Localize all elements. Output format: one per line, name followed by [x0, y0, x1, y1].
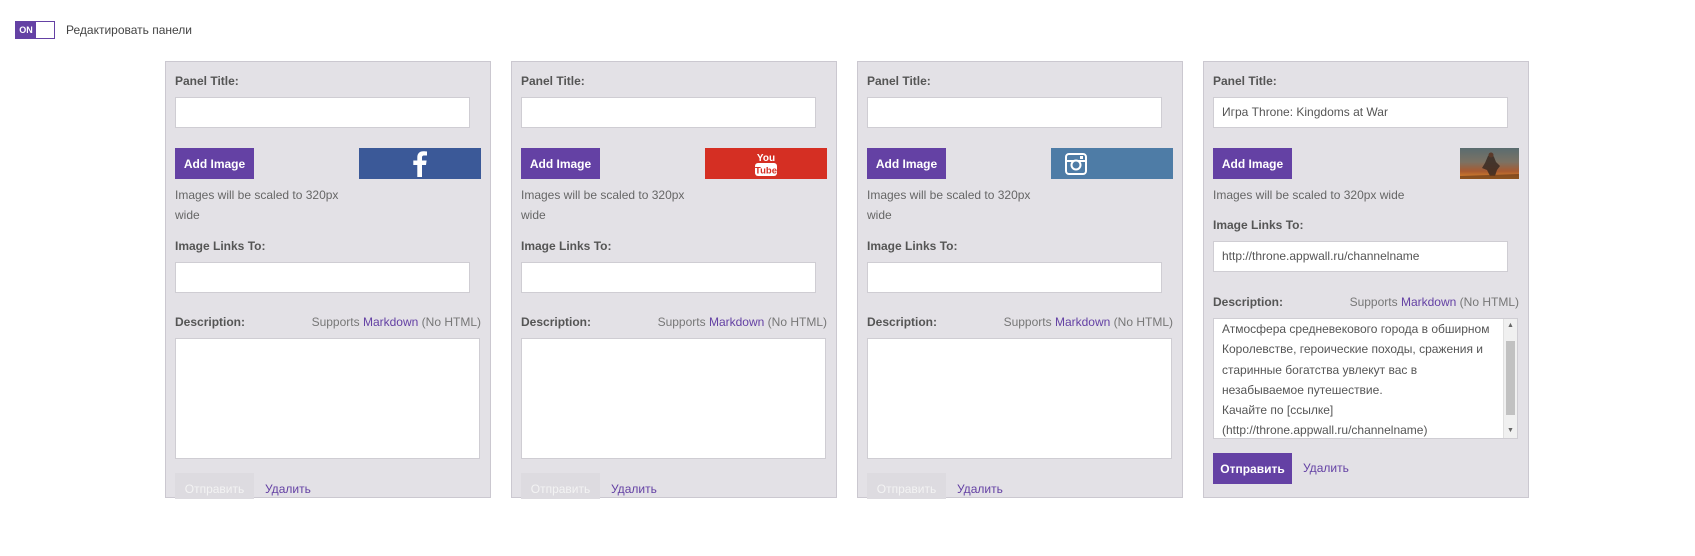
- supports-prefix: Supports: [1003, 315, 1052, 329]
- scale-hint: Images will be scaled to 320px wide: [1213, 188, 1405, 202]
- add-image-button[interactable]: Add Image: [1213, 148, 1292, 179]
- toggle-on-label: ON: [16, 22, 36, 38]
- scroll-down-arrow-icon[interactable]: ▼: [1507, 427, 1514, 435]
- markdown-link[interactable]: Markdown: [1401, 295, 1456, 309]
- description-label: Description:: [867, 315, 938, 329]
- scale-hint-line: wide: [175, 208, 200, 222]
- scale-hint: Images will be scaled to 320px wide: [521, 185, 684, 225]
- description-textarea[interactable]: [867, 338, 1172, 459]
- scale-hint-line: wide: [867, 208, 892, 222]
- panel-title-label: Panel Title:: [867, 74, 931, 88]
- send-button[interactable]: Отправить: [521, 473, 600, 499]
- delete-link[interactable]: Удалить: [1303, 461, 1349, 475]
- image-link-input[interactable]: http://throne.appwall.ru/channelname: [1213, 241, 1508, 272]
- supports-markdown-note: Supports Markdown (No HTML): [1004, 315, 1173, 329]
- markdown-link[interactable]: Markdown: [709, 315, 764, 329]
- add-image-button[interactable]: Add Image: [521, 148, 600, 179]
- svg-text:You: You: [757, 153, 775, 164]
- instagram-logo-image: [1051, 148, 1173, 179]
- scale-hint: Images will be scaled to 320px wide: [867, 185, 1030, 225]
- supports-prefix: Supports: [1349, 295, 1398, 309]
- facebook-icon: [413, 150, 427, 177]
- delete-link[interactable]: Удалить: [265, 482, 311, 496]
- supports-markdown-note: Supports Markdown (No HTML): [658, 315, 827, 329]
- panel-title-input[interactable]: [867, 97, 1162, 128]
- supports-suffix: (No HTML): [1113, 315, 1173, 329]
- instagram-icon: [1065, 152, 1087, 175]
- scale-hint: Images will be scaled to 320px wide: [175, 185, 338, 225]
- description-line: (http://throne.appwall.ru/channelname): [1222, 423, 1428, 438]
- scale-hint-line: Images will be scaled to 320px: [521, 188, 685, 202]
- description-row: Description: Supports Markdown (No HTML): [867, 315, 1173, 329]
- image-links-label: Image Links To:: [1213, 218, 1304, 232]
- supports-suffix: (No HTML): [421, 315, 481, 329]
- delete-link[interactable]: Удалить: [957, 482, 1003, 496]
- panel-title-label: Panel Title:: [1213, 74, 1277, 88]
- panel-title-input[interactable]: [521, 97, 816, 128]
- description-line: незабываемое путешествие.: [1222, 382, 1383, 397]
- description-textarea[interactable]: [175, 338, 480, 459]
- description-textarea[interactable]: [521, 338, 826, 459]
- description-row: Description: Supports Markdown (No HTML): [175, 315, 481, 329]
- panel-title-label: Panel Title:: [521, 74, 585, 88]
- markdown-link[interactable]: Markdown: [363, 315, 418, 329]
- supports-prefix: Supports: [657, 315, 706, 329]
- edit-panels-label: Редактировать панели: [66, 23, 193, 37]
- supports-markdown-note: Supports Markdown (No HTML): [312, 315, 481, 329]
- panel-title-input[interactable]: Игра Throne: Kingdoms at War: [1213, 97, 1508, 128]
- description-row: Description: Supports Markdown (No HTML): [521, 315, 827, 329]
- supports-suffix: (No HTML): [1459, 295, 1519, 309]
- description-scrollbar[interactable]: ▲ ▼: [1503, 319, 1517, 438]
- panel-3: Panel Title: Add Image Images will be sc…: [857, 61, 1183, 499]
- edit-panels-toggle-row: ON Редактировать панели: [15, 21, 192, 39]
- description-line: Качайте по [ссылке]: [1222, 403, 1334, 418]
- image-link-input[interactable]: [521, 262, 816, 293]
- description-line: Атмосфера средневекового города в обширн…: [1222, 322, 1490, 336]
- image-links-label: Image Links To:: [175, 239, 266, 253]
- youtube-logo-image: You Tube: [705, 148, 827, 179]
- description-line: Королевстве, героические походы, сражени…: [1222, 342, 1483, 357]
- add-image-button[interactable]: Add Image: [867, 148, 946, 179]
- edit-panels-toggle[interactable]: ON: [15, 21, 55, 39]
- send-button[interactable]: Отправить: [867, 473, 946, 499]
- supports-prefix: Supports: [311, 315, 360, 329]
- image-link-input[interactable]: [867, 262, 1162, 293]
- description-label: Description:: [521, 315, 592, 329]
- image-link-input[interactable]: [175, 262, 470, 293]
- toggle-off-area: [36, 22, 54, 38]
- delete-link[interactable]: Удалить: [611, 482, 657, 496]
- facebook-logo-image: [359, 148, 481, 179]
- description-label: Description:: [1213, 295, 1284, 309]
- scale-hint-line: Images will be scaled to 320px: [867, 188, 1031, 202]
- panel-title-input[interactable]: [175, 97, 470, 128]
- game-artwork-image: [1460, 152, 1519, 179]
- scroll-up-arrow-icon[interactable]: ▲: [1507, 322, 1514, 330]
- description-row: Description: Supports Markdown (No HTML): [1213, 295, 1519, 309]
- scale-hint-line: wide: [521, 208, 546, 222]
- panel-title-label: Panel Title:: [175, 74, 239, 88]
- description-line: старинные богатства увлекут вас в: [1222, 362, 1418, 377]
- youtube-icon: You Tube: [755, 153, 777, 176]
- send-button[interactable]: Отправить: [1213, 453, 1292, 484]
- panel-4: Panel Title: Игра Throne: Kingdoms at Wa…: [1203, 61, 1529, 498]
- image-links-label: Image Links To:: [521, 239, 612, 253]
- image-links-label: Image Links To:: [867, 239, 958, 253]
- description-label: Description:: [175, 315, 246, 329]
- scale-hint-line: Images will be scaled to 320px: [175, 188, 339, 202]
- send-button[interactable]: Отправить: [175, 473, 254, 499]
- supports-suffix: (No HTML): [767, 315, 827, 329]
- scrollbar-thumb[interactable]: [1506, 341, 1515, 415]
- markdown-link[interactable]: Markdown: [1055, 315, 1110, 329]
- description-textarea[interactable]: Атмосфера средневекового города в обширн…: [1213, 318, 1518, 439]
- panel-1: Panel Title: Add Image Images will be sc…: [165, 61, 491, 499]
- add-image-button[interactable]: Add Image: [175, 148, 254, 179]
- supports-markdown-note: Supports Markdown (No HTML): [1350, 295, 1519, 309]
- panel-2: Panel Title: Add Image You Tube Images w…: [511, 61, 837, 499]
- svg-text:Tube: Tube: [755, 165, 777, 176]
- game-artwork-thumbnail: [1460, 148, 1519, 179]
